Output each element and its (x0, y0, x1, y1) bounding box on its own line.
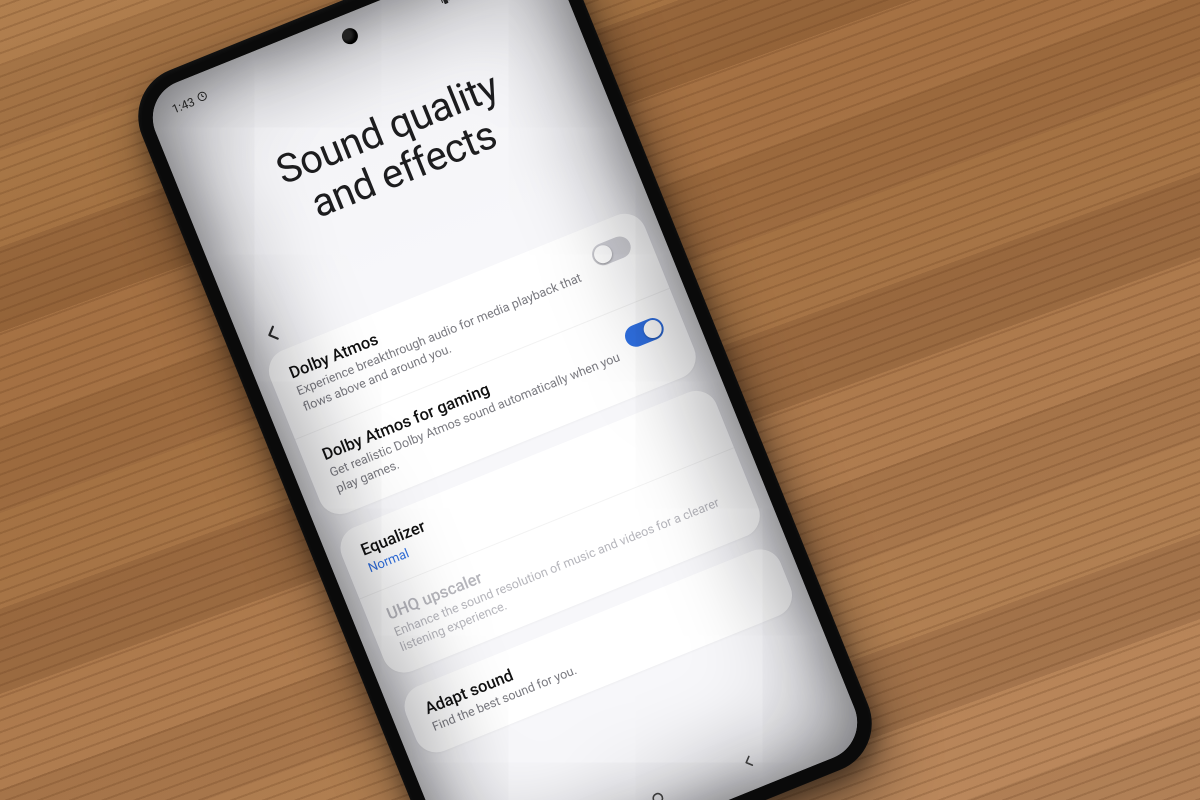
wifi-icon (452, 0, 469, 2)
vibrate-icon (437, 0, 453, 8)
nav-back-button[interactable] (736, 749, 762, 775)
nav-home-button[interactable] (645, 785, 671, 800)
phone-frame: 1:43 68% (123, 0, 887, 800)
phone-screen: 1:43 68% (141, 0, 868, 800)
screen-content: Sound quality and effects (141, 0, 868, 800)
status-time: 1:43 (170, 95, 197, 117)
dolby-gaming-toggle[interactable] (622, 315, 667, 350)
status-clock-icon (195, 89, 210, 106)
dolby-atmos-toggle[interactable] (589, 233, 634, 268)
scene-backdrop: 1:43 68% (0, 0, 1200, 800)
